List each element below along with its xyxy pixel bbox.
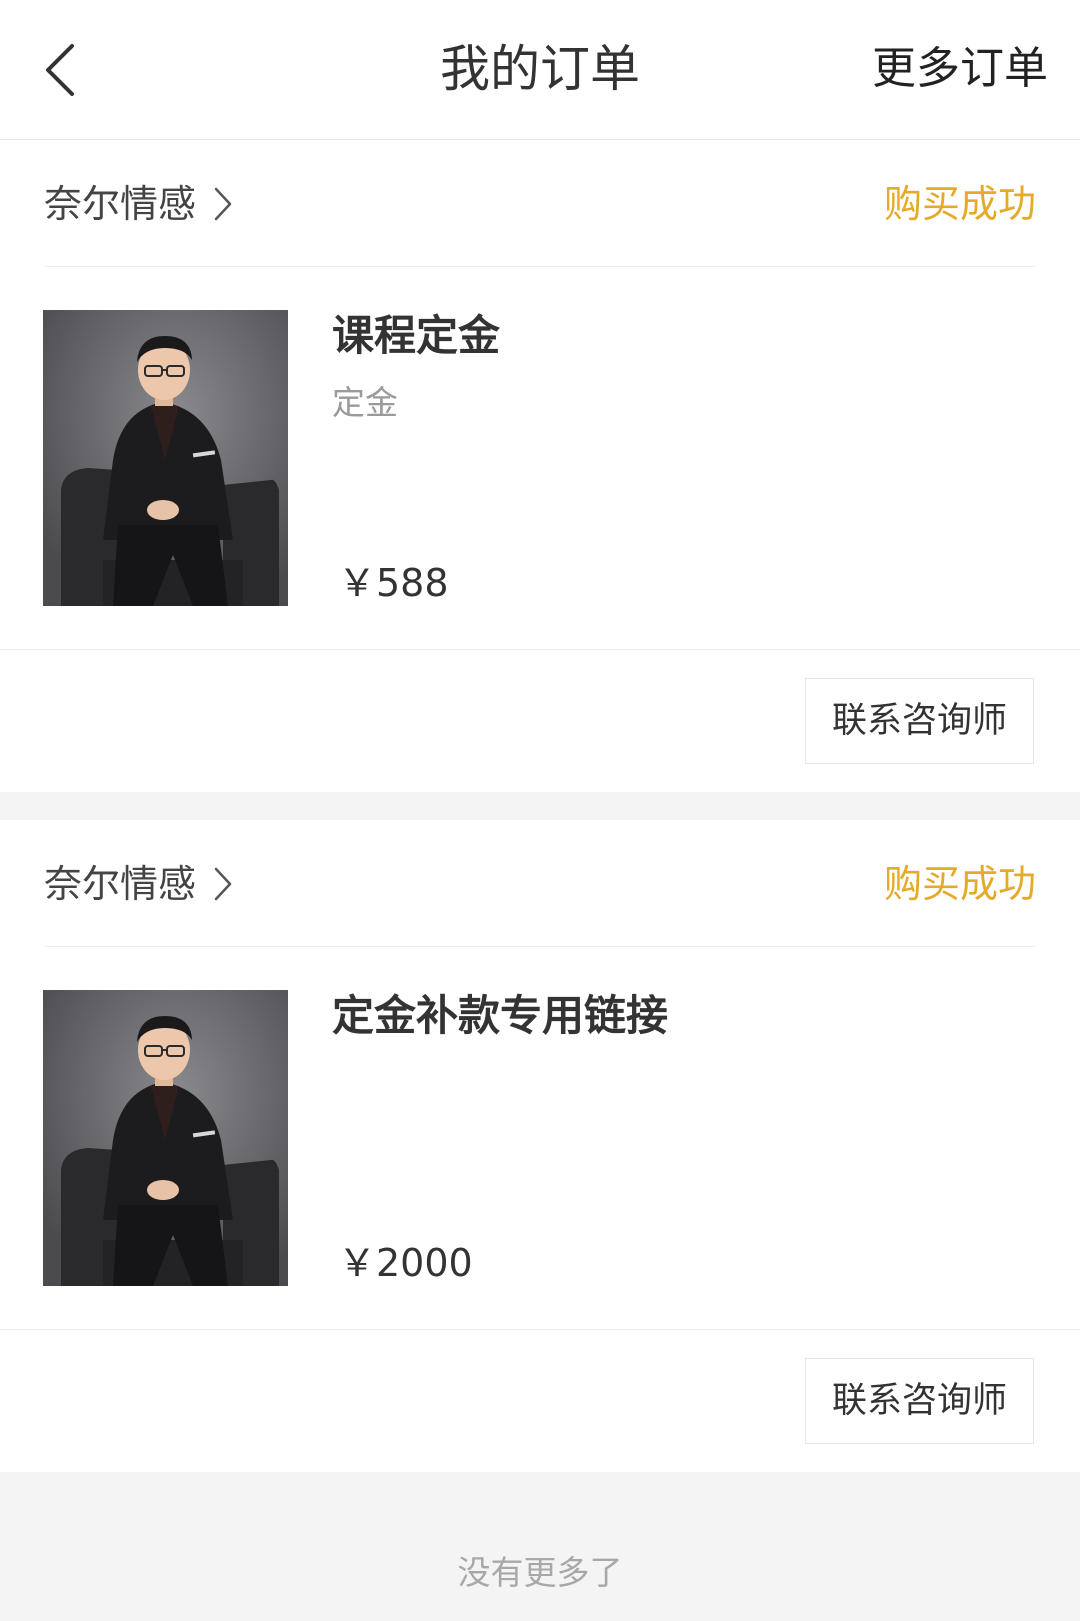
chevron-right-icon: [214, 187, 232, 221]
order-status: 购买成功: [883, 862, 1036, 906]
contact-consultant-button[interactable]: 联系咨询师: [805, 1358, 1034, 1444]
shop-name: 奈尔情感: [44, 862, 197, 906]
product-sku: 定金: [332, 383, 398, 422]
product-price: ￥2000: [338, 1241, 473, 1285]
product-image[interactable]: [43, 990, 288, 1286]
order-card[interactable]: 奈尔情感 购买成功: [0, 820, 1080, 1472]
product-title[interactable]: 定金补款专用链接: [332, 986, 668, 1046]
product-image[interactable]: [43, 310, 288, 606]
shop-name: 奈尔情感: [44, 182, 197, 226]
no-more-text: 没有更多了: [457, 1553, 623, 1592]
shop-link[interactable]: 奈尔情感: [44, 174, 234, 234]
divider: [0, 649, 1080, 650]
product-title[interactable]: 课程定金: [332, 306, 500, 366]
order-card[interactable]: 奈尔情感 购买成功: [0, 140, 1080, 792]
chevron-left-icon[interactable]: [40, 42, 80, 98]
portrait-illustration: [43, 990, 288, 1286]
product-price: ￥588: [338, 561, 449, 605]
shop-row: 奈尔情感 购买成功: [0, 140, 1080, 266]
divider: [44, 946, 1036, 947]
nav-header: 我的订单 更多订单: [0, 0, 1080, 140]
shop-link[interactable]: 奈尔情感: [44, 854, 234, 914]
chevron-right-icon: [214, 867, 232, 901]
more-orders-link[interactable]: 更多订单: [872, 38, 1048, 100]
divider: [0, 1329, 1080, 1330]
shop-row: 奈尔情感 购买成功: [0, 820, 1080, 946]
order-status: 购买成功: [883, 182, 1036, 226]
contact-consultant-button[interactable]: 联系咨询师: [805, 678, 1034, 764]
divider: [44, 266, 1036, 267]
portrait-illustration: [43, 310, 288, 606]
